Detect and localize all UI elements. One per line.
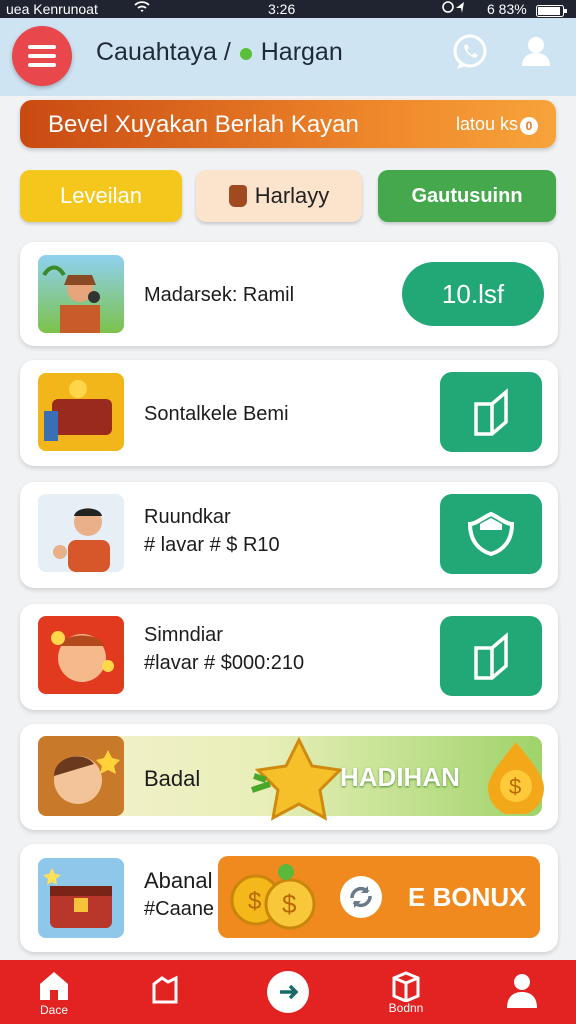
page-title: Cauahtaya / Hargan	[96, 38, 343, 67]
nav-item-box[interactable]: Bodnn	[366, 960, 446, 1024]
promo-banner[interactable]: Bevel Xuyakan Berlah Kayan latou ks 0	[20, 100, 556, 148]
filter-tab-gautusuinn[interactable]: Gautusuinn	[378, 170, 556, 222]
task-card[interactable]: Sontalkele Bemi	[20, 360, 558, 466]
reward-card[interactable]: Badal HADIHAN $	[20, 724, 558, 830]
task-thumbnail	[38, 494, 124, 572]
reward-label: Badal	[144, 766, 201, 791]
carrier-label: uea Kenrunoat	[6, 1, 98, 17]
status-bar: uea Kenrunoat 3:26 6 83%	[0, 0, 576, 18]
bonus-subtitle: #Caane	[144, 898, 215, 920]
bonus-button[interactable]: $ $ E BONUX	[218, 856, 540, 938]
bag-icon	[228, 185, 247, 207]
user-icon	[507, 974, 537, 1008]
nav-item-tasks[interactable]	[126, 960, 206, 1024]
svg-text:$: $	[282, 889, 297, 919]
svg-text:$: $	[509, 774, 521, 799]
coin-icon: $	[484, 738, 548, 819]
shield-button[interactable]	[440, 494, 542, 574]
task-amount-label: 10.lsf	[441, 279, 505, 309]
nav-item-home[interactable]: Dace	[14, 960, 94, 1024]
star-icon	[244, 736, 354, 827]
task-thumbnail	[38, 373, 124, 451]
filter-tab-harlayy[interactable]: Harlayy	[196, 170, 362, 222]
tag-icon	[152, 975, 178, 1004]
task-title: Sontalkele Bemi	[144, 403, 289, 425]
info-icon: 0	[520, 117, 538, 135]
shield-icon	[467, 511, 515, 557]
title-text: Cauahtaya /	[96, 38, 231, 66]
filter-label: Harlayy	[254, 183, 330, 208]
title-text-end: Hargan	[260, 38, 343, 66]
task-title: Simndiar	[144, 624, 223, 646]
nav-item-center[interactable]	[248, 960, 328, 1024]
edit-icon	[474, 388, 508, 436]
task-title: Madarsek: Ramil	[144, 284, 295, 306]
banner-info[interactable]: latou ks 0	[456, 114, 538, 135]
edit-button[interactable]	[440, 616, 542, 696]
bonus-card[interactable]: Abanal #Caane $ $ E BONUX	[20, 844, 558, 952]
location-icon	[442, 0, 478, 18]
nav-label: Bodnn	[388, 1001, 424, 1015]
wifi-icon	[134, 0, 150, 18]
task-thumbnail	[38, 255, 124, 333]
task-card[interactable]: Simndiar #lavar # $000:210	[20, 604, 558, 710]
battery-percent: 6 83%	[487, 1, 527, 17]
nav-item-profile[interactable]	[482, 960, 562, 1024]
filter-label: Leveilan	[60, 183, 142, 208]
task-title: Ruundkar	[144, 506, 231, 528]
edit-icon	[474, 632, 508, 680]
bonus-thumbnail	[38, 858, 124, 938]
svg-text:$: $	[248, 888, 261, 915]
task-thumbnail	[38, 616, 124, 694]
task-amount-button[interactable]: 10.lsf	[402, 262, 544, 326]
app-header: Cauahtaya / Hargan	[0, 18, 576, 96]
bonus-label: E BONUX	[408, 882, 527, 912]
task-card[interactable]: Ruundkar # lavar # $ R10	[20, 482, 558, 588]
coins-icon: $ $	[226, 860, 326, 941]
banner-text: Bevel Xuyakan Berlah Kayan	[48, 111, 359, 138]
leaf-icon	[239, 48, 252, 60]
banner-info-label: latou ks	[455, 114, 518, 134]
refresh-icon	[340, 876, 382, 918]
home-icon	[40, 972, 68, 1000]
filter-tab-leveilan[interactable]: Leveilan	[20, 170, 182, 222]
task-subtitle: # lavar # $ R10	[144, 534, 280, 556]
reward-thumbnail	[38, 736, 124, 816]
bottom-nav: Dace Bodnn	[0, 960, 576, 1024]
task-subtitle: #lavar # $000:210	[144, 652, 305, 674]
bonus-title: Abanal	[144, 868, 213, 893]
app-logo-menu-button[interactable]	[12, 26, 72, 86]
nav-label: Dace	[39, 1003, 68, 1017]
box-icon	[392, 971, 420, 1003]
edit-button[interactable]	[440, 372, 542, 452]
profile-icon[interactable]	[516, 32, 556, 72]
chat-icon[interactable]	[450, 32, 490, 72]
filter-label: Gautusuinn	[411, 185, 523, 207]
clock: 3:26	[268, 1, 296, 17]
reward-badge: HADIHAN	[340, 762, 460, 792]
arrow-right-icon	[267, 971, 309, 1013]
task-card[interactable]: Madarsek: Ramil 10.lsf	[20, 242, 558, 346]
